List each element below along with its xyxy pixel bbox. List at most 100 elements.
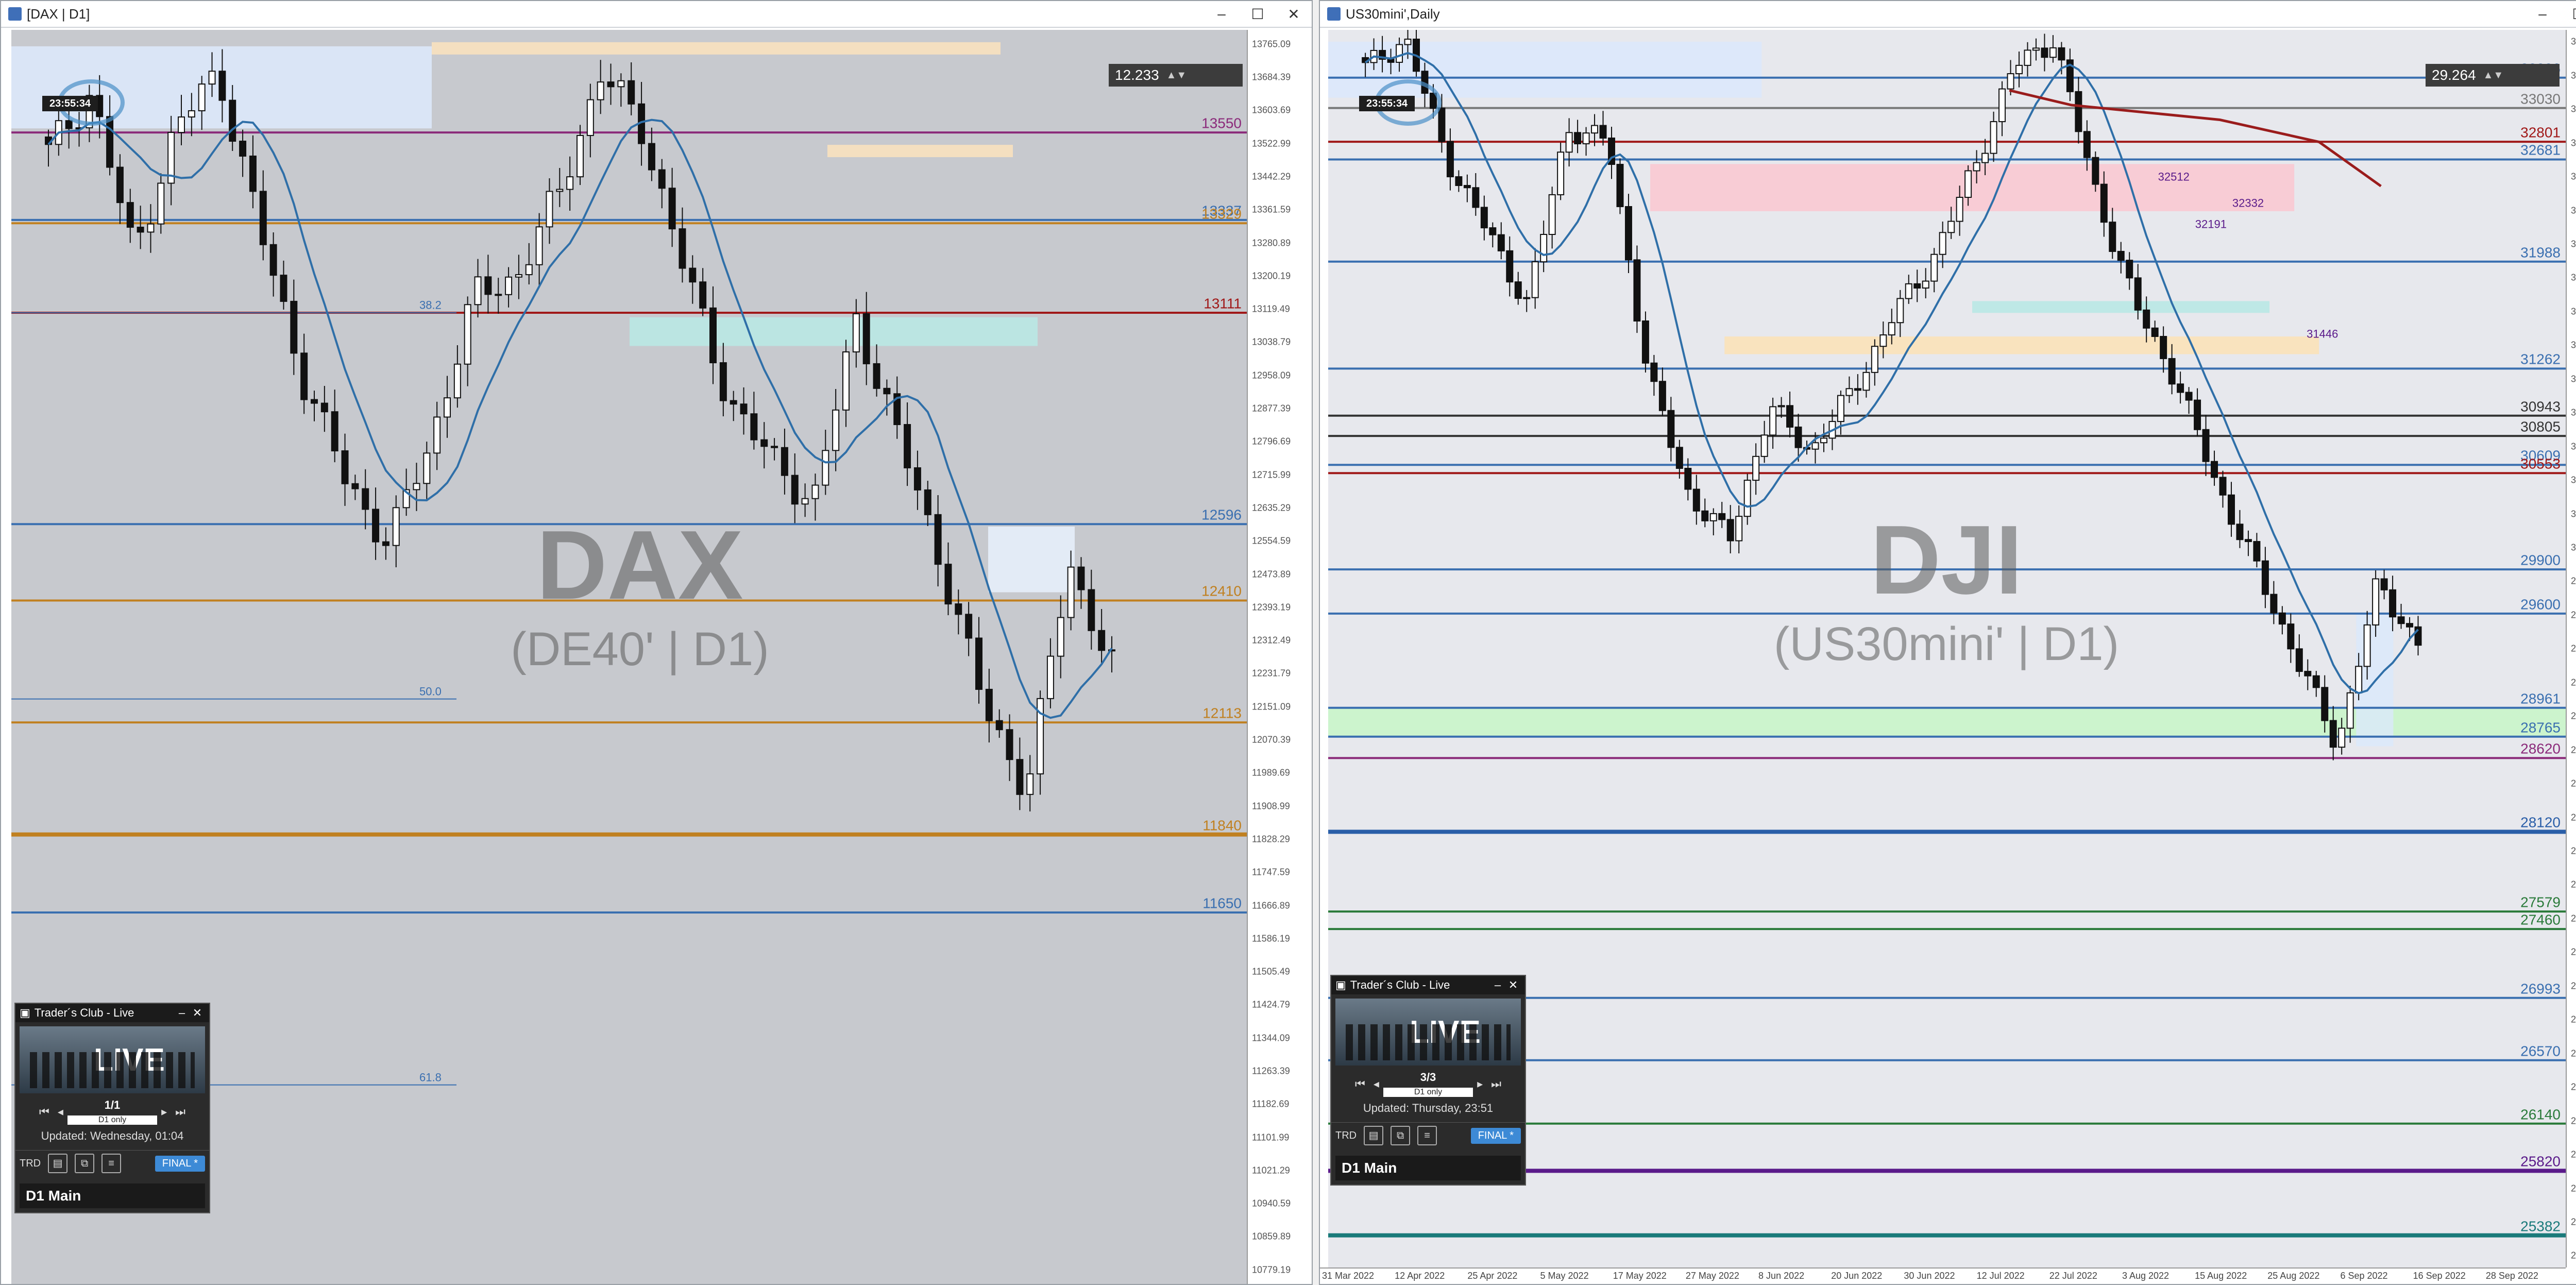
- price-tick: 13442.29: [1252, 171, 1291, 182]
- candle-body: [1565, 132, 1573, 153]
- price-tick: 29818.21: [2571, 576, 2576, 586]
- minimize-icon[interactable]: –: [1204, 6, 1240, 22]
- signal-filter[interactable]: D1 only: [1383, 1088, 1473, 1097]
- level-label: 30805: [2520, 418, 2561, 435]
- last-icon[interactable]: ⏭: [1491, 1077, 1501, 1091]
- candle-body: [2075, 91, 2082, 132]
- dji-chart-window[interactable]: US30mini',Daily – ☐ ✕ 332363303032801326…: [1319, 0, 2576, 1285]
- price-tick: 33478.37: [2571, 36, 2576, 47]
- traders-club-panel[interactable]: ▣ Trader´s Club - Live – ✕ LIVE ⏮ ◂ 1/1 …: [14, 1003, 210, 1213]
- candle-body: [423, 452, 431, 484]
- panel-minimize-icon[interactable]: –: [174, 1006, 190, 1020]
- database-icon[interactable]: ≡: [1417, 1126, 1437, 1145]
- candle-body: [2092, 157, 2099, 185]
- price-tick: 30275.73: [2571, 509, 2576, 519]
- candle-body: [2143, 309, 2150, 329]
- candle-body: [546, 191, 553, 228]
- price-box[interactable]: 12.233 ▲▼: [1109, 64, 1243, 87]
- price-tick: 11021.29: [1252, 1165, 1290, 1176]
- candle-body: [2338, 728, 2346, 748]
- maximize-icon[interactable]: ☐: [2561, 6, 2576, 23]
- candle-body: [444, 397, 451, 418]
- final-button[interactable]: FINAL *: [155, 1155, 205, 1172]
- candle-body: [913, 467, 921, 491]
- candle-body: [1016, 759, 1024, 795]
- last-icon[interactable]: ⏭: [175, 1105, 185, 1119]
- final-button[interactable]: FINAL *: [1470, 1127, 1521, 1144]
- candle-body: [1446, 141, 1454, 178]
- candle-body: [2295, 648, 2303, 672]
- candle-body: [1811, 442, 1819, 450]
- price-tick: 13038.79: [1252, 336, 1291, 347]
- trd-label: TRD: [20, 1157, 41, 1169]
- candle-body: [157, 182, 165, 225]
- candle-body: [515, 274, 522, 278]
- first-icon[interactable]: ⏮: [1355, 1077, 1365, 1091]
- traders-club-panel[interactable]: ▣ Trader´s Club - Live – ✕ LIVE ⏮ ◂ 3/3 …: [1330, 975, 1526, 1186]
- minimize-icon[interactable]: –: [2524, 6, 2561, 22]
- first-icon[interactable]: ⏮: [39, 1105, 49, 1119]
- close-icon[interactable]: ✕: [1276, 6, 1312, 23]
- maximize-icon[interactable]: ☐: [1240, 6, 1276, 23]
- document-icon[interactable]: ▤: [48, 1154, 68, 1173]
- time-axis[interactable]: 31 Mar 2022 12 Apr 2022 25 Apr 2022 5 May 2…: [1320, 1267, 2566, 1284]
- candle-body: [955, 603, 962, 615]
- price-adjust-icon[interactable]: ▲▼: [2483, 70, 2504, 81]
- candle-body: [2202, 429, 2210, 462]
- prev-icon[interactable]: ◂: [58, 1105, 63, 1119]
- candle-body: [137, 226, 144, 233]
- price-tick: 32563.33: [2571, 171, 2576, 182]
- signal-count: 1/1: [104, 1098, 121, 1111]
- prev-icon[interactable]: ◂: [1374, 1077, 1379, 1091]
- updated-time: Updated: Wednesday, 01:04: [41, 1129, 184, 1142]
- price-tick: 10779.19: [1252, 1264, 1291, 1275]
- panel-minimize-icon[interactable]: –: [1490, 978, 1505, 992]
- windows-icon[interactable]: ⧉: [75, 1154, 95, 1173]
- price-adjust-icon[interactable]: ▲▼: [1166, 70, 1187, 81]
- price-tick: 28445.65: [2571, 778, 2576, 789]
- dax-chart-window[interactable]: [DAX | D1] – ☐ ✕ 13550 13337 13329 13111 125…: [0, 0, 1313, 1285]
- next-icon[interactable]: ▸: [1477, 1077, 1483, 1091]
- price-tick: 12715.99: [1252, 469, 1291, 480]
- candle-body: [2219, 477, 2227, 496]
- candle-body: [1675, 447, 1683, 469]
- candle-body: [1786, 405, 1794, 428]
- candle-body: [1396, 44, 1403, 63]
- signal-navigator[interactable]: ⏮ ◂ 3/3 D1 only ▸ ⏭: [1331, 1070, 1525, 1098]
- date-tick: 12 Jul 2022: [1976, 1271, 2025, 1281]
- candle-body: [2015, 64, 2023, 75]
- panel-close-icon[interactable]: ✕: [190, 1006, 205, 1020]
- document-icon[interactable]: ▤: [1364, 1126, 1384, 1145]
- price-tick: 26158.05: [2571, 1115, 2576, 1126]
- candle-body: [1514, 281, 1522, 299]
- signal-filter[interactable]: D1 only: [67, 1115, 158, 1125]
- window-titlebar[interactable]: [DAX | D1] – ☐ ✕: [1, 1, 1312, 28]
- level-label: 28120: [2520, 814, 2561, 831]
- candle-body: [1489, 227, 1497, 235]
- candle-body: [1871, 346, 1878, 373]
- candle-body: [1854, 388, 1861, 391]
- window-titlebar[interactable]: US30mini',Daily – ☐ ✕: [1320, 1, 2576, 28]
- zone-box: [827, 145, 1013, 157]
- candle-body: [965, 614, 973, 639]
- price-tick: 12958.09: [1252, 370, 1291, 381]
- signal-navigator[interactable]: ⏮ ◂ 1/1 D1 only ▸ ⏭: [15, 1097, 209, 1126]
- candle-body: [2363, 624, 2371, 667]
- candle-body: [791, 475, 799, 505]
- price-axis[interactable]: 33478.37 33249.61 33020.85 32792.09 32563.33…: [2566, 30, 2576, 1267]
- date-tick: 8 Jun 2022: [1758, 1271, 1805, 1281]
- d1-main-label: D1 Main: [20, 1183, 205, 1208]
- panel-close-icon[interactable]: ✕: [1505, 978, 1521, 992]
- candle-body: [597, 81, 604, 100]
- panel-icon: ▣: [1335, 978, 1346, 991]
- windows-icon[interactable]: ⧉: [1391, 1126, 1411, 1145]
- next-icon[interactable]: ▸: [161, 1105, 167, 1119]
- price-axis[interactable]: 13765.09 13684.39 13603.69 13522.99 13442.29…: [1247, 30, 1312, 1284]
- candle-body: [1497, 234, 1505, 251]
- level-label: 11840: [1202, 817, 1242, 833]
- database-icon[interactable]: ≡: [101, 1154, 122, 1173]
- price-tick: 27301.85: [2571, 946, 2576, 957]
- candle-body: [464, 304, 471, 365]
- candle-body: [873, 363, 880, 389]
- price-box[interactable]: 29.264 ▲▼: [2426, 64, 2560, 87]
